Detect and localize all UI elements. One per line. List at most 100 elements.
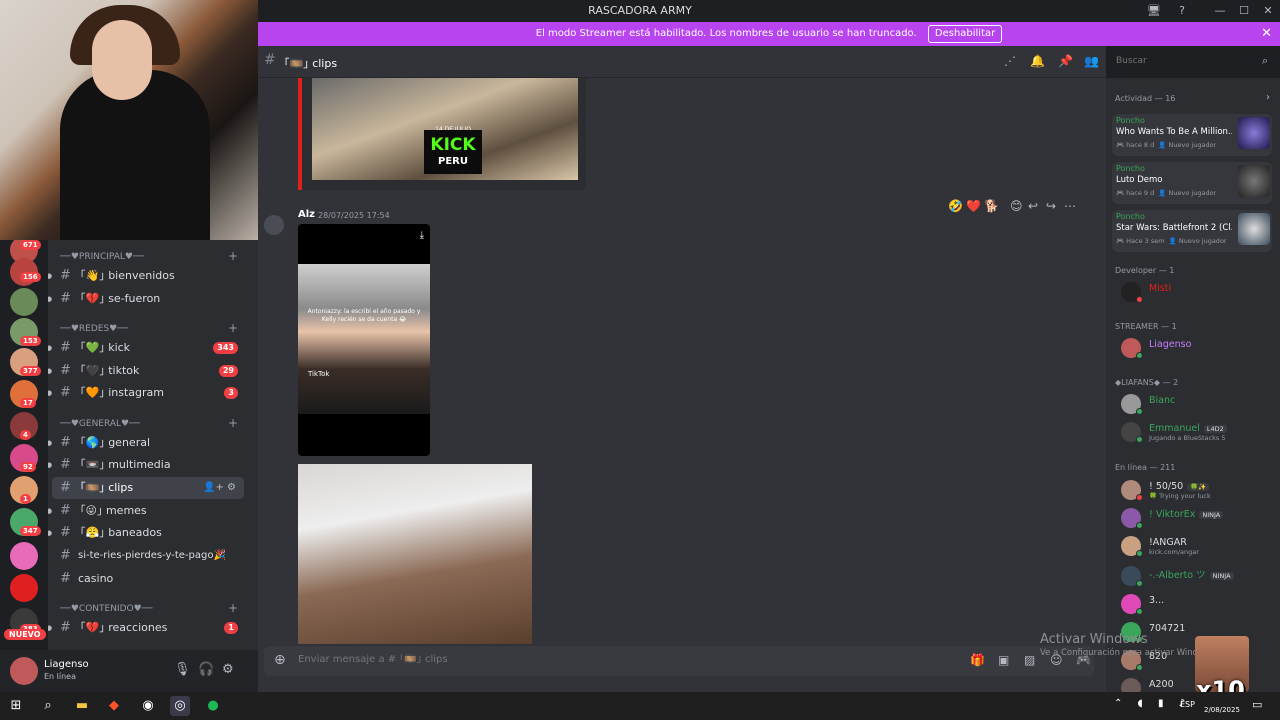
gift-icon[interactable]: 🎁 (970, 653, 985, 667)
hash-icon: # (60, 385, 71, 400)
unread-icon: ● (48, 389, 53, 397)
message-input[interactable] (298, 654, 698, 665)
help-icon[interactable]: ? (1170, 0, 1194, 22)
search-input[interactable] (1116, 56, 1256, 66)
avatar (1121, 678, 1141, 692)
add-channel-icon[interactable]: + (228, 321, 238, 335)
server-badge: 377 (20, 366, 41, 376)
member-item[interactable]: ! 50/50 🍀✨ 🍀 Trying your luck (1115, 478, 1275, 502)
headphones-icon[interactable]: 🎧 (198, 662, 214, 677)
member-item[interactable]: Liagenso (1115, 336, 1275, 360)
server-badge: 156 (20, 272, 41, 282)
server-icon[interactable] (10, 542, 38, 570)
threads-icon[interactable]: ⋰ (1004, 54, 1016, 68)
unread-icon: ● (48, 344, 53, 352)
add-channel-icon[interactable]: + (228, 416, 238, 430)
date-display[interactable]: 2/08/2025 (1204, 706, 1240, 714)
file-explorer-icon[interactable]: ▬ (72, 696, 92, 716)
notification-icon[interactable]: ▭ (1252, 698, 1262, 711)
brave-browser-icon[interactable]: ◆ (104, 696, 124, 716)
add-reaction-icon[interactable]: 😊 (1010, 199, 1023, 213)
new-badge[interactable]: NUEVO (4, 629, 46, 640)
server-badge: 1 (20, 494, 31, 504)
close-icon[interactable]: ✕ (1261, 22, 1272, 46)
chevron-right-icon[interactable]: › (1266, 92, 1270, 103)
member-item[interactable]: Bianc (1115, 392, 1275, 416)
category-contenido[interactable]: ──♥CONTENIDO♥── (60, 604, 153, 614)
spotify-icon[interactable]: ● (203, 696, 223, 716)
message-author[interactable]: Alz (298, 209, 315, 220)
channel-item[interactable]: ● # ｢🖤｣ tiktok 29 (48, 360, 244, 382)
member-item[interactable]: !ANGAR kick.com/angar (1115, 534, 1275, 558)
hash-icon: # (60, 457, 71, 472)
gif-icon[interactable]: ▣ (998, 653, 1009, 667)
avatar[interactable] (10, 657, 38, 685)
sticker-icon[interactable]: ▨ (1024, 653, 1035, 667)
avatar[interactable] (264, 215, 284, 235)
bell-icon[interactable]: 🔔 (1030, 54, 1045, 68)
forward-icon[interactable]: ↪ (1046, 199, 1056, 213)
channel-item[interactable]: ● # ｢😤｣ baneados (48, 522, 244, 544)
disable-streamer-button[interactable]: Deshabilitar (927, 25, 1003, 43)
channel-item[interactable]: ● # ｢📼｣ multimedia (48, 454, 244, 476)
category-general[interactable]: ──♥GENERAL♥── (60, 419, 140, 429)
channel-item[interactable]: # casino (52, 568, 244, 590)
obs-icon[interactable]: ◉ (138, 696, 158, 716)
channel-settings-icon[interactable]: 👤+ ⚙ (203, 477, 236, 499)
activity-card[interactable]: Poncho Who Wants To Be A Million... 🎮 ha… (1112, 114, 1272, 156)
member-item[interactable]: 3... (1115, 592, 1275, 616)
channel-item[interactable]: # si-te-ries-pierdes-y-te-pago🎉 (52, 545, 244, 567)
username[interactable]: Liagenso (44, 659, 89, 670)
microphone-icon[interactable]: 🎙 (174, 662, 191, 677)
hash-icon: # (60, 268, 71, 283)
search-box[interactable]: ⌕ (1110, 52, 1274, 72)
unread-icon: ● (48, 507, 53, 515)
server-icon[interactable] (10, 574, 38, 602)
video-attachment[interactable]: ⤓ Antoniazzy: la escribí el año pasado y… (298, 224, 430, 456)
activity-card[interactable]: Poncho Star Wars: Battlefront 2 (Cl... 🎮… (1112, 210, 1272, 252)
members-icon[interactable]: 👥 (1084, 54, 1099, 68)
category-redes[interactable]: ──♥REDES♥── (60, 324, 128, 334)
member-item[interactable]: ! ViktorEx NINJA (1115, 506, 1275, 530)
pin-icon[interactable]: 📌 (1058, 54, 1073, 68)
channel-item[interactable]: ● # ｢💔｣ reacciones 1 (48, 617, 244, 639)
video-caption: Antoniazzy: la escribí el año pasado y K… (307, 308, 421, 323)
embed-image[interactable]: 14 DE JULIO KICKPERU (312, 78, 578, 180)
reply-icon[interactable]: ↩ (1028, 199, 1038, 213)
hash-icon: # (60, 363, 71, 378)
gear-icon[interactable]: ⚙ (222, 662, 234, 677)
member-item[interactable]: Misti (1115, 280, 1275, 304)
member-item[interactable]: -.-Alberto ツ NINJA (1115, 564, 1275, 588)
channel-item[interactable]: ● # ｢🌎｣ general (48, 432, 244, 454)
channel-item[interactable]: ● # ｢💚｣ kick 343 (48, 337, 244, 359)
unread-icon: ● (48, 367, 53, 375)
discord-icon[interactable]: ◎ (170, 696, 190, 716)
link-embed[interactable]: 14 DE JULIO KICKPERU (298, 78, 586, 190)
reaction-heart-icon[interactable]: ❤️ (966, 199, 981, 213)
channel-item[interactable]: ● # ｢💔｣ se-fueron (48, 288, 244, 310)
more-icon[interactable]: ⋯ (1064, 199, 1076, 213)
reaction-dog-icon[interactable]: 🐕 (984, 199, 999, 213)
member-item[interactable]: Emmanuel L4D2 Jugando a BlueStacks 5 (1115, 420, 1275, 444)
server-icon[interactable] (10, 288, 38, 316)
channel-item-active[interactable]: # ｢🎞️｣ clips 👤+ ⚙ (52, 477, 244, 499)
image-attachment[interactable] (298, 464, 532, 644)
channel-item[interactable]: ● # ｢😜｣ memes (48, 500, 244, 522)
search-icon[interactable]: ⌕ (38, 696, 58, 716)
add-channel-icon[interactable]: + (228, 249, 238, 263)
activity-card[interactable]: Poncho Luto Demo 🎮 hace 9 d 👤 Nuevo juga… (1112, 162, 1272, 204)
language-indicator[interactable]: ESP (1180, 700, 1195, 709)
add-channel-icon[interactable]: + (228, 601, 238, 615)
close-window-button[interactable]: ✕ (1256, 0, 1280, 22)
upload-plus-icon[interactable]: ⊕ (274, 652, 286, 668)
activate-windows-title: Activar Windows (1040, 632, 1148, 647)
download-icon[interactable]: ⤓ (420, 230, 424, 241)
category-principal[interactable]: ──♥PRINCIPAL♥── (60, 252, 144, 262)
reaction-laugh-icon[interactable]: 🤣 (948, 199, 963, 213)
minimize-button[interactable]: — (1208, 0, 1232, 22)
channel-item[interactable]: ● # ｢👋｣ bienvenidos (48, 265, 244, 287)
maximize-button[interactable]: ☐ (1232, 0, 1256, 22)
channel-item[interactable]: ● # ｢🧡｣ instagram 3 (48, 382, 244, 404)
windows-start-icon[interactable]: ⊞ (6, 696, 26, 716)
inbox-icon[interactable]: 🖥 (1142, 0, 1166, 22)
